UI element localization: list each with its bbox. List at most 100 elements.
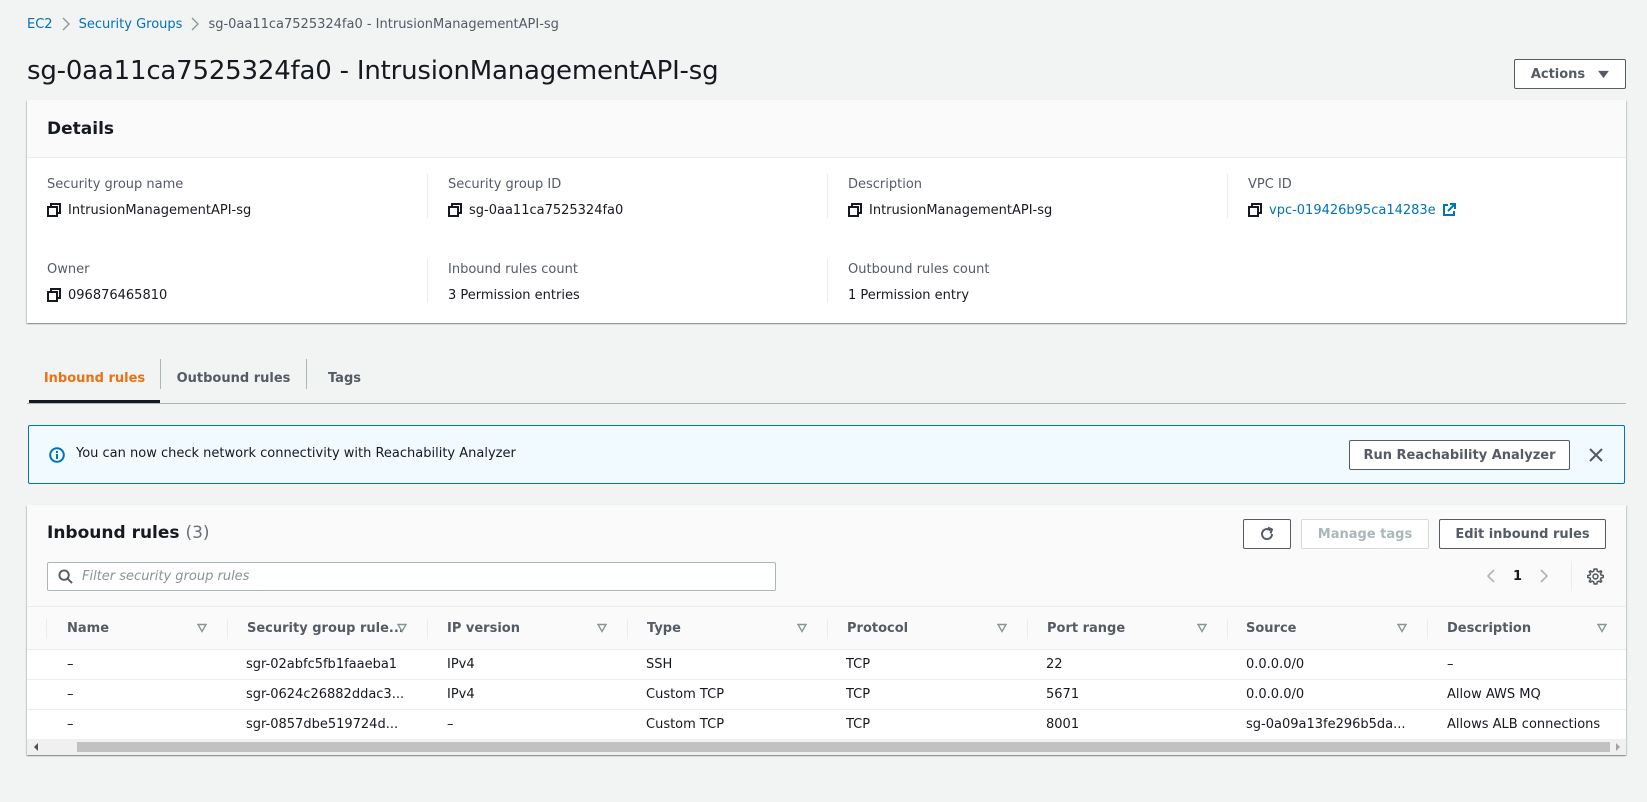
cell-name: –: [67, 717, 74, 732]
cell-description: Allow AWS MQ: [1447, 687, 1541, 702]
current-page[interactable]: 1: [1513, 569, 1522, 584]
column-header-ip-version[interactable]: IP version: [447, 607, 520, 649]
copy-icon[interactable]: [448, 203, 462, 217]
cell-protocol: TCP: [846, 717, 871, 732]
cell-description: –: [1447, 657, 1454, 672]
field-label: Outbound rules count: [848, 262, 990, 277]
field-value: 1 Permission entry: [848, 287, 970, 303]
cell-source: 0.0.0.0/0: [1246, 687, 1305, 702]
gear-icon[interactable]: [1587, 568, 1604, 585]
field-label: Security group name: [47, 177, 184, 192]
inbound-rules-panel: Inbound rules (3) Manage tags Edit inbou…: [27, 505, 1626, 755]
column-divider: [427, 619, 428, 639]
cell-type: SSH: [646, 657, 673, 672]
column-divider: [1227, 619, 1228, 639]
info-icon: [49, 447, 65, 463]
cell-protocol: TCP: [846, 687, 871, 702]
table-row[interactable]: – sgr-0857dbe519724d... – Custom TCP TCP…: [27, 710, 1626, 739]
sort-icon[interactable]: [197, 623, 207, 633]
field-outbound-rules-count: Outbound rules count 1 Permission entry: [848, 261, 989, 304]
column-header-type[interactable]: Type: [647, 607, 681, 649]
chevron-right-icon: [53, 17, 79, 31]
column-divider: [827, 174, 828, 218]
tab-outbound-rules[interactable]: Outbound rules: [161, 354, 306, 403]
table-row[interactable]: – sgr-02abfc5fb1faaeba1 IPv4 SSH TCP 22 …: [27, 650, 1626, 680]
field-vpc-id: VPC ID vpc-019426b95ca14283e: [1248, 176, 1456, 219]
manage-tags-button[interactable]: Manage tags: [1301, 519, 1429, 549]
field-value: 3 Permission entries: [448, 287, 580, 303]
table-row[interactable]: – sgr-0624c26882ddac3... IPv4 Custom TCP…: [27, 680, 1626, 710]
vpc-id-link[interactable]: vpc-019426b95ca14283e: [1269, 203, 1436, 218]
sort-icon[interactable]: [597, 623, 607, 633]
scroll-left-icon[interactable]: [32, 743, 40, 751]
breadcrumb: EC2 Security Groups sg-0aa11ca7525324fa0…: [27, 14, 559, 34]
copy-icon[interactable]: [47, 288, 61, 302]
column-divider: [827, 619, 828, 639]
scroll-right-icon[interactable]: [1614, 743, 1622, 751]
details-title: Details: [47, 118, 115, 139]
flash-message: You can now check network connectivity w…: [76, 446, 516, 461]
external-link-icon[interactable]: [1442, 203, 1456, 217]
active-tab-indicator: [29, 400, 160, 403]
tab-inbound-rules[interactable]: Inbound rules: [29, 354, 160, 403]
sort-icon[interactable]: [1397, 623, 1407, 633]
button-label: Manage tags: [1317, 526, 1413, 542]
column-header-port-range[interactable]: Port range: [1047, 607, 1125, 649]
breadcrumb-ec2[interactable]: EC2: [27, 17, 53, 32]
button-label: Run Reachability Analyzer: [1363, 447, 1556, 463]
chevron-right-icon: [182, 17, 208, 31]
copy-icon[interactable]: [1248, 203, 1262, 217]
page-title: sg-0aa11ca7525324fa0 - IntrusionManageme…: [27, 56, 719, 86]
sort-icon[interactable]: [397, 623, 407, 633]
column-header-protocol[interactable]: Protocol: [847, 607, 908, 649]
pager-divider: [1571, 561, 1572, 591]
column-divider: [827, 259, 828, 303]
field-security-group-name: Security group name IntrusionManagementA…: [47, 176, 251, 219]
cell-name: –: [67, 657, 74, 672]
tab-tags[interactable]: Tags: [307, 354, 382, 403]
horizontal-scrollbar[interactable]: [27, 739, 1626, 755]
filter-search[interactable]: [47, 562, 776, 591]
cell-type: Custom TCP: [646, 717, 725, 732]
column-divider: [427, 259, 428, 303]
actions-button[interactable]: Actions: [1514, 59, 1626, 89]
column-header-source[interactable]: Source: [1246, 607, 1296, 649]
field-label: Description: [848, 177, 923, 192]
filter-input[interactable]: [82, 569, 762, 584]
breadcrumb-security-groups[interactable]: Security Groups: [79, 17, 183, 32]
column-header-rule-id[interactable]: Security group rule...: [247, 607, 404, 649]
sort-icon[interactable]: [997, 623, 1007, 633]
column-header-name[interactable]: Name: [67, 607, 109, 649]
scrollbar-thumb[interactable]: [77, 742, 1610, 752]
sort-icon[interactable]: [1197, 623, 1207, 633]
cell-source: sg-0a09a13fe296b5da...: [1246, 717, 1406, 732]
cell-ip-version: –: [447, 717, 454, 732]
sort-icon[interactable]: [1597, 623, 1607, 633]
column-divider: [1027, 619, 1028, 639]
edit-inbound-rules-button[interactable]: Edit inbound rules: [1439, 519, 1606, 549]
field-value: IntrusionManagementAPI-sg: [869, 202, 1053, 218]
close-icon[interactable]: [1587, 446, 1605, 464]
sort-icon[interactable]: [797, 623, 807, 633]
caret-down-icon: [1598, 70, 1610, 78]
copy-icon[interactable]: [47, 203, 61, 217]
field-value: sg-0aa11ca7525324fa0: [469, 202, 624, 218]
previous-page-icon[interactable]: [1484, 568, 1498, 584]
cell-port-range: 8001: [1046, 717, 1080, 732]
copy-icon[interactable]: [848, 203, 862, 217]
rules-count: (3): [185, 523, 210, 543]
field-description: Description IntrusionManagementAPI-sg: [848, 176, 1052, 219]
cell-protocol: TCP: [846, 657, 871, 672]
cell-rule-id: sgr-0624c26882ddac3...: [246, 687, 405, 702]
column-divider: [427, 174, 428, 218]
cell-rule-id: sgr-0857dbe519724d...: [246, 717, 399, 732]
run-reachability-analyzer-button[interactable]: Run Reachability Analyzer: [1349, 440, 1570, 470]
inbound-rules-table: Name Security group rule... IP version T…: [27, 606, 1626, 739]
cell-ip-version: IPv4: [447, 687, 475, 702]
refresh-button[interactable]: [1243, 519, 1291, 549]
column-header-description[interactable]: Description: [1447, 607, 1531, 649]
next-page-icon[interactable]: [1537, 568, 1551, 584]
table-header: Name Security group rule... IP version T…: [27, 606, 1626, 650]
field-value: IntrusionManagementAPI-sg: [68, 202, 252, 218]
cell-source: 0.0.0.0/0: [1246, 657, 1305, 672]
